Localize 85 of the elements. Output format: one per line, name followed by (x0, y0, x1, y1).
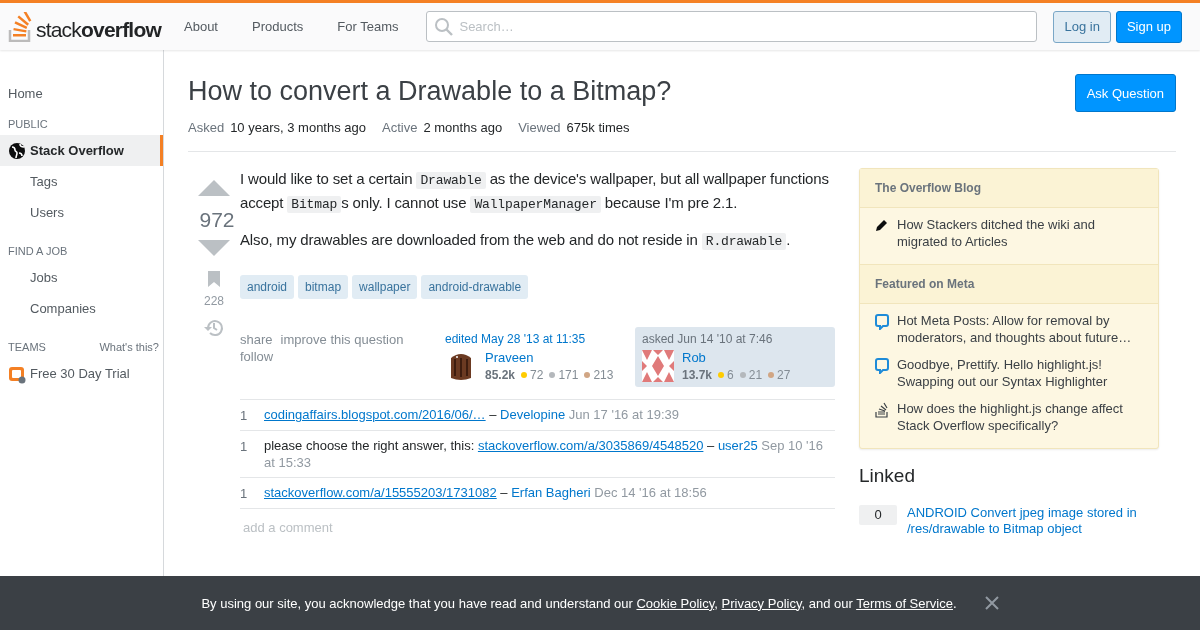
badge-count: 171 (558, 368, 579, 382)
comment-score: 1 (240, 407, 249, 424)
comment-link[interactable]: codingaffairs.blogspot.com/2016/06/… (264, 407, 486, 422)
sidebar-item[interactable]: Users (0, 197, 163, 228)
search-field[interactable]: Search… (426, 11, 1038, 42)
comment-text: please choose the right answer, this: stackoverflow.com/a/3035869/4548520 – user25 Sep 10 '16 at 15:33 (264, 437, 824, 471)
globe-icon (8, 141, 26, 160)
logo-text: stackoverflow (36, 17, 161, 42)
comment-user-link[interactable]: Developine (500, 407, 566, 422)
tag[interactable]: wallpaper (352, 275, 418, 299)
help-link[interactable]: What's this? (99, 341, 159, 353)
comment-user-link[interactable]: Erfan Bagheri (511, 485, 591, 500)
answer-count: 0 (859, 505, 897, 525)
question-paragraph: I would like to set a certain Drawable as the device's wallpaper, but all wallpaper functions accept Bitmap s only. I cannot use WallpaperManager because I'm pre 2.1. (240, 169, 830, 215)
stack-logo-icon (8, 11, 34, 42)
post-action-link[interactable]: improve this question (280, 331, 404, 348)
cookie-notice: By using our site, you acknowledge that you have read and understand our Cookie Policy, Privacy Policy, and our Terms of Service. (201, 595, 957, 611)
blog-link[interactable]: How does the highlight.js change affect Stack Overflow specifically? (897, 400, 1143, 434)
comment-user-link[interactable]: user25 (717, 438, 758, 453)
chat-icon (875, 358, 889, 374)
close-icon[interactable] (984, 596, 999, 610)
logo[interactable]: stackoverflow (8, 11, 168, 42)
nav-link[interactable]: For Teams (325, 13, 411, 40)
history-icon[interactable] (204, 318, 224, 338)
sidebar-item[interactable]: Companies (0, 293, 163, 324)
blog-link[interactable]: Goodbye, Prettify. Hello highlight.js! Swapping out our Syntax Highlighter (897, 356, 1143, 390)
reputation: 85.2k (485, 368, 516, 382)
section-heading: FIND A JOB (8, 245, 68, 257)
section-heading: PUBLIC (8, 118, 48, 130)
meta-value: 675k times (566, 120, 630, 135)
comment-link[interactable]: stackoverflow.com/a/3035869/4548520 (477, 438, 704, 453)
question-paragraph: Also, my drawables are downloaded from the web and do not reside in R.drawable . (240, 230, 792, 252)
meta-label: Viewed (518, 120, 561, 135)
bookmark-count: 228 (204, 294, 224, 308)
sig-action: asked Jun 14 '10 at 7:46 (642, 332, 774, 346)
badge-count: 6 (727, 368, 734, 382)
nav-link[interactable]: About (172, 13, 230, 40)
comment-link[interactable]: stackoverflow.com/a/15555203/1731082 (264, 485, 497, 500)
widget-heading: The Overflow Blog (860, 169, 1158, 208)
post-action-link[interactable]: follow (240, 348, 274, 365)
section-heading: TEAMS (8, 341, 46, 353)
question-title[interactable]: How to convert a Drawable to a Bitmap? (188, 76, 672, 107)
comment-score: 1 (240, 485, 249, 502)
tag[interactable]: android-drawable (421, 275, 529, 299)
blog-link[interactable]: How Stackers ditched the wiki and migrated to Articles (897, 216, 1143, 250)
user-link[interactable]: Praveen (485, 350, 534, 365)
identicon-avatar[interactable] (642, 350, 674, 382)
signup-button[interactable]: Sign up (1115, 10, 1182, 43)
nav-link[interactable]: Products (240, 13, 316, 40)
downvote-icon[interactable] (196, 240, 232, 258)
policy-link[interactable]: Terms of Service (856, 595, 953, 611)
badge-count: 27 (777, 368, 791, 382)
sidebar-item[interactable]: Tags (0, 166, 163, 197)
post-action-link[interactable]: share (240, 331, 273, 348)
comment-score: 1 (240, 438, 249, 456)
badge-count: 72 (530, 368, 544, 382)
meta-value: 10 years, 3 months ago (230, 120, 366, 135)
stack-icon (875, 402, 889, 418)
meta-label: Active (382, 120, 418, 135)
sidebar-item[interactable]: Free 30 Day Trial (0, 358, 163, 389)
linked-heading: Linked (859, 465, 916, 487)
ask-question-button[interactable]: Ask Question (1074, 74, 1176, 112)
meta-label: Asked (188, 120, 225, 135)
badge-count: 213 (593, 368, 614, 382)
widget-heading: Featured on Meta (860, 265, 1158, 304)
comment-text: stackoverflow.com/a/15555203/1731082 – Erfan Bagheri Dec 14 '16 at 18:56 (264, 484, 707, 502)
tag[interactable]: android (240, 275, 295, 299)
upvote-icon[interactable] (196, 178, 232, 196)
pencil-icon (875, 218, 889, 232)
badge-count: 21 (748, 368, 763, 382)
login-button[interactable]: Log in (1053, 10, 1111, 43)
blog-link[interactable]: Hot Meta Posts: Allow for removal by moderators, and thoughts about future… (897, 312, 1143, 346)
bookmark-icon[interactable] (207, 270, 221, 288)
user-link[interactable]: Rob (682, 350, 706, 365)
vote-count: 972 (199, 208, 235, 232)
sig-action[interactable]: edited May 28 '13 at 11:35 (445, 332, 616, 346)
sidebar-item[interactable]: Stack Overflow (0, 135, 163, 166)
chat-icon (875, 314, 889, 330)
reputation: 13.7k (682, 368, 713, 382)
tag[interactable]: bitmap (298, 275, 349, 299)
sidebar-item[interactable]: Jobs (0, 262, 163, 293)
comment-text: codingaffairs.blogspot.com/2016/06/… – Developine Jun 17 '16 at 19:39 (264, 406, 679, 424)
linked-question-link[interactable]: ANDROID Convert jpeg image stored in /res/drawable to Bitmap object (907, 505, 1159, 537)
meta-value: 2 months ago (423, 120, 503, 135)
sidebar-item[interactable]: Home (0, 78, 163, 109)
